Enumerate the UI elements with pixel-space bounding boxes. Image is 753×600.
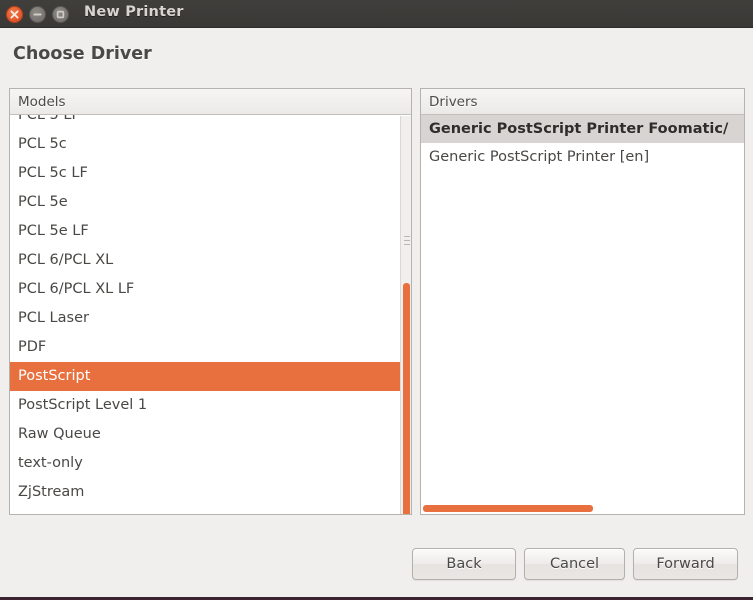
list-item-label: PCL 6/PCL XL <box>18 252 114 268</box>
list-item[interactable]: PostScript Level 1 <box>10 391 411 420</box>
list-item[interactable]: ZjStream <box>10 478 411 507</box>
list-item[interactable]: Generic PostScript Printer Foomatic/ <box>421 115 744 143</box>
list-item-label: PostScript Level 1 <box>18 397 148 413</box>
maximize-button[interactable] <box>52 6 69 23</box>
list-item-label: PDF <box>18 339 47 355</box>
drivers-column-header-label: Drivers <box>429 93 478 110</box>
list-item[interactable]: PCL 5c LF <box>10 159 411 188</box>
list-item[interactable]: PCL 5e LF <box>10 217 411 246</box>
forward-button-label: Forward <box>656 556 715 572</box>
list-item-label: PCL 5c LF <box>18 165 88 181</box>
list-item[interactable]: Raw Queue <box>10 420 411 449</box>
window-titlebar: New Printer <box>0 0 753 28</box>
minimize-button[interactable] <box>29 6 46 23</box>
scrollbar-grip-icon <box>404 236 410 245</box>
list-item-label: PCL 5e <box>18 194 68 210</box>
list-item-label: ZjStream <box>18 484 85 500</box>
list-item-label: PCL 5e LF <box>18 223 89 239</box>
drivers-horizontal-scrollbar[interactable] <box>421 503 744 514</box>
list-item[interactable]: PCL Laser <box>10 304 411 333</box>
list-item-label: PCL Laser <box>18 310 89 326</box>
back-button-label: Back <box>446 556 482 572</box>
maximize-icon <box>53 7 68 22</box>
list-item[interactable]: PCL 5 LF <box>10 115 411 130</box>
list-item[interactable]: PCL 5c <box>10 130 411 159</box>
forward-button[interactable]: Forward <box>633 548 738 580</box>
list-item[interactable]: PDF <box>10 333 411 362</box>
models-scrollbar-thumb[interactable] <box>403 283 410 514</box>
drivers-list[interactable]: Generic PostScript Printer Foomatic/Gene… <box>421 115 744 514</box>
list-item-label: Raw Queue <box>18 426 101 442</box>
list-item[interactable]: PCL 5e <box>10 188 411 217</box>
close-icon <box>7 7 22 22</box>
list-item[interactable]: PCL 6/PCL XL <box>10 246 411 275</box>
list-item[interactable]: Generic PostScript Printer [en] <box>421 143 744 171</box>
models-vertical-scrollbar[interactable] <box>400 116 411 514</box>
list-item-label: Generic PostScript Printer [en] <box>429 149 650 165</box>
cancel-button-label: Cancel <box>549 556 600 572</box>
new-printer-dialog: New Printer Choose Driver Models PCL 5 L… <box>0 0 753 600</box>
list-item-label: PCL 6/PCL XL LF <box>18 281 135 297</box>
models-column-header-label: Models <box>18 93 66 110</box>
drivers-column-header[interactable]: Drivers <box>421 89 744 115</box>
cancel-button[interactable]: Cancel <box>524 548 625 580</box>
list-item-label: PCL 5 LF <box>18 115 80 123</box>
back-button[interactable]: Back <box>412 548 516 580</box>
minimize-icon <box>30 7 45 22</box>
list-item-label: text-only <box>18 455 83 471</box>
drivers-panel: Drivers Generic PostScript Printer Fooma… <box>420 88 745 515</box>
models-list[interactable]: PCL 5 LF PCL 5c PCL 5c LF PCL 5e PCL 5e LF PC… <box>10 115 411 514</box>
list-item[interactable]: PCL 6/PCL XL LF <box>10 275 411 304</box>
list-item-label: PCL 5c <box>18 136 67 152</box>
close-button[interactable] <box>6 6 23 23</box>
window-title: New Printer <box>84 4 184 20</box>
models-column-header[interactable]: Models <box>10 89 411 115</box>
list-item[interactable]: PostScript <box>10 362 411 391</box>
drivers-scrollbar-thumb[interactable] <box>423 505 593 512</box>
models-panel: Models PCL 5 LF PCL 5c PCL 5c LF PCL 5e PCL … <box>9 88 412 515</box>
page-title: Choose Driver <box>13 44 152 64</box>
list-item-label: Generic PostScript Printer Foomatic/ <box>429 121 729 137</box>
list-item-label: PostScript <box>18 368 91 384</box>
list-item[interactable]: text-only <box>10 449 411 478</box>
